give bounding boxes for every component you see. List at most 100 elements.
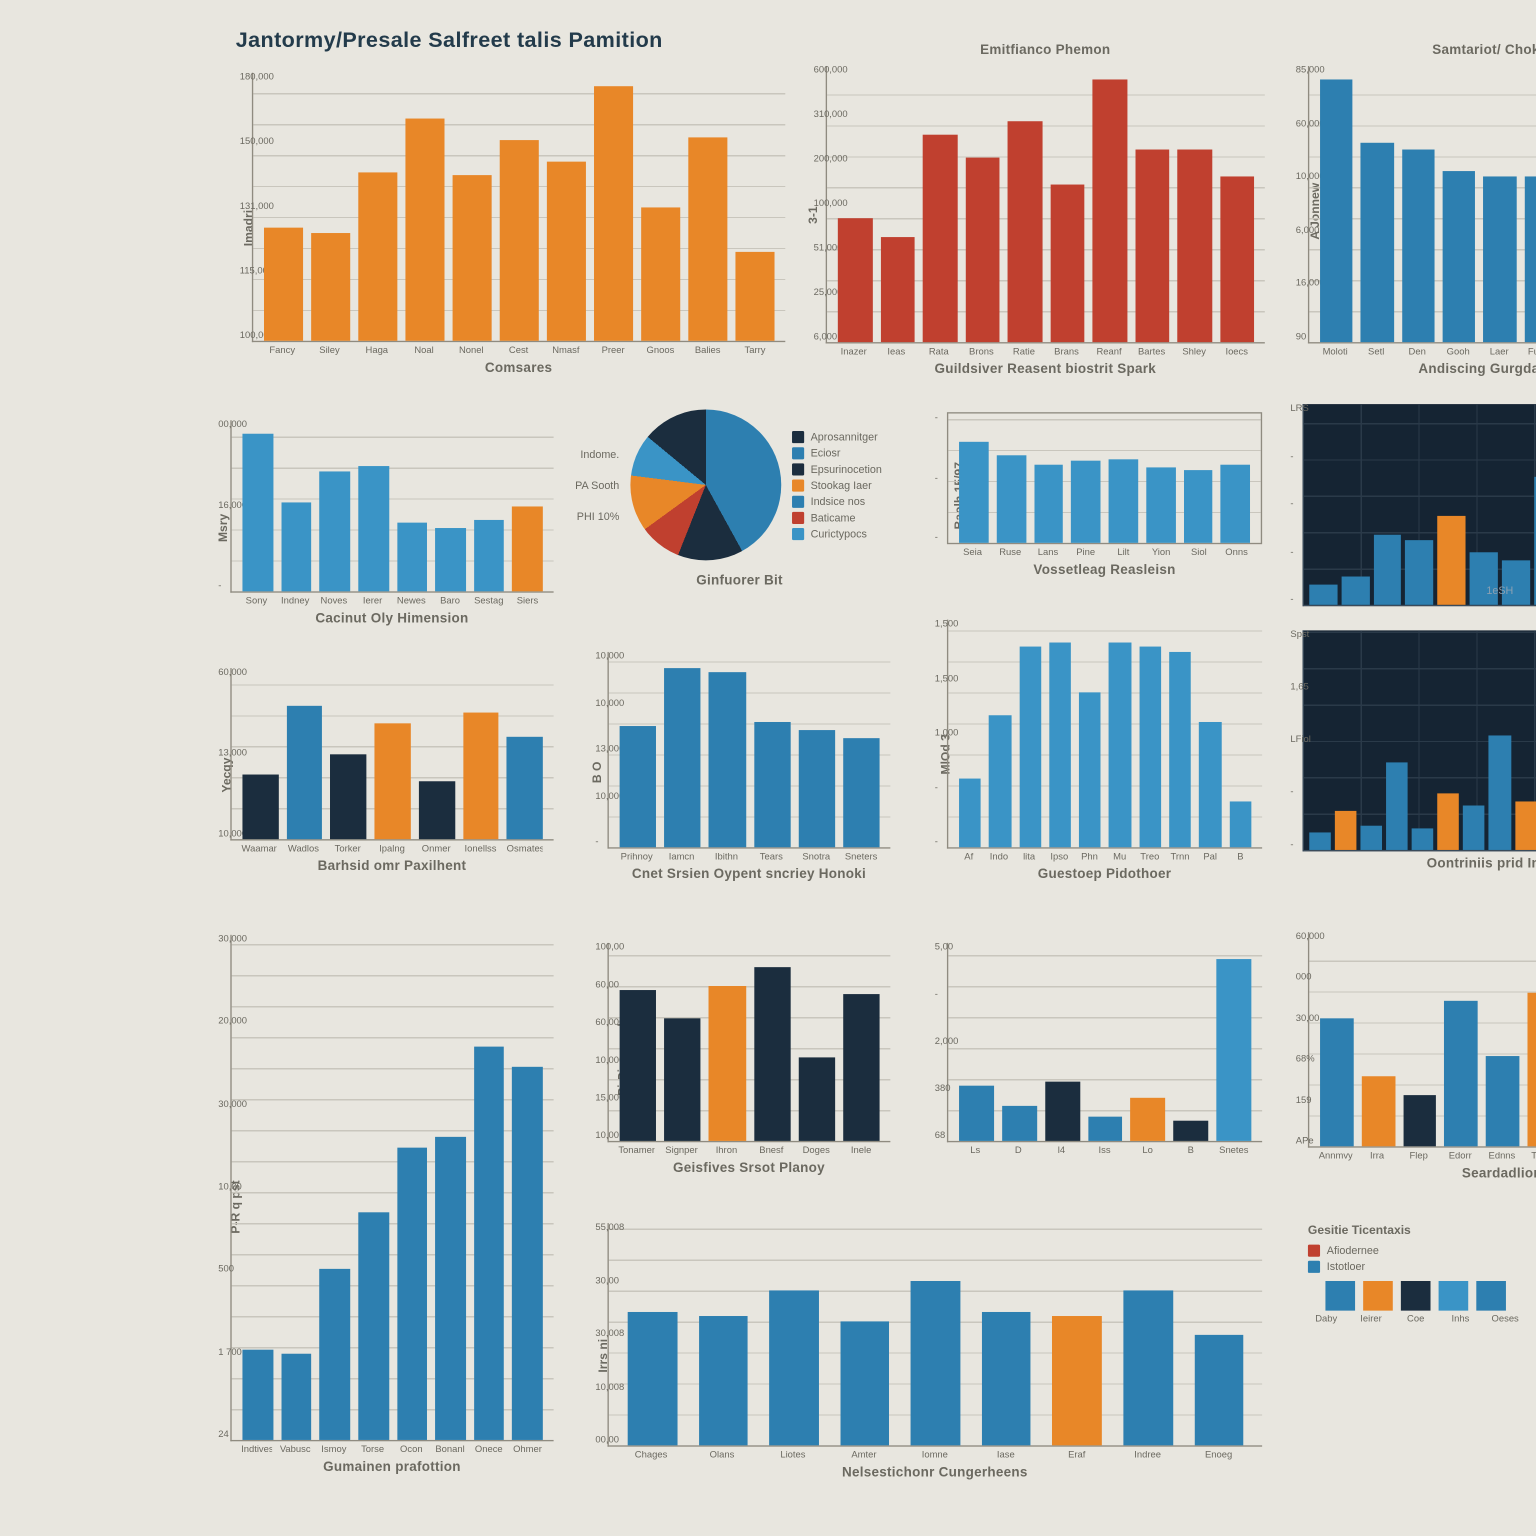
tick: Gooh <box>1442 348 1475 357</box>
bar <box>1463 806 1485 850</box>
bar <box>463 713 499 840</box>
bar <box>242 1349 272 1440</box>
tick: - <box>1290 788 1295 797</box>
chart-c4: Msry -16,00000,000 SonyIndneyNovesIererN… <box>230 420 553 626</box>
legend-label: Stookag Iaer <box>811 479 872 491</box>
yticks: ----LRS <box>1296 404 1301 605</box>
tick: Noal <box>404 346 443 355</box>
bar <box>1524 176 1536 342</box>
plot: 10,00013,00060,000 <box>230 668 553 840</box>
chart-c8: Yecqy 10,00013,00060,000 WaamarWadlosTor… <box>230 668 553 874</box>
tick: Flep <box>1402 1152 1436 1161</box>
legend-item: Istotloer <box>1308 1261 1524 1273</box>
chart-title: Geisfives Srsot Planoy <box>607 1161 890 1176</box>
chart-c12: P-R q pst 241 70050010,0030,00020,00030,… <box>230 935 553 1475</box>
bar <box>769 1290 818 1446</box>
tick: Cest <box>499 346 538 355</box>
chart-c3: Samtariot/ Chokring A Jonnew 9016,0006,0… <box>1308 43 1536 377</box>
tick: 24 <box>218 1430 223 1439</box>
bars <box>827 66 1265 342</box>
bar <box>1053 1316 1102 1445</box>
bars <box>948 620 1262 848</box>
tick: Ihron <box>708 1146 745 1155</box>
legend-label: Eciosr <box>811 447 841 459</box>
tick: Iss <box>1087 1146 1122 1155</box>
bar <box>1483 176 1516 342</box>
xticks: AnnmvyIrraFlepEdorrEdnnsTotalySpinGonple… <box>1308 1148 1536 1161</box>
pie <box>630 409 781 560</box>
bar <box>709 671 746 847</box>
swatch <box>1363 1281 1393 1311</box>
pie-side-labels: Indome. PA Sooth PHI 10% <box>575 448 619 522</box>
tick: Eraf <box>1052 1451 1101 1460</box>
tick: 16,000 <box>1296 279 1301 288</box>
plot: --1,0001,5001,500 <box>947 620 1262 849</box>
tick: 1,500 <box>935 620 940 629</box>
tick: 10,00 <box>595 1131 600 1140</box>
legend-item: Eciosr <box>792 447 882 459</box>
chart-c9: B O -10,00013,00010,00010,000 PrihnoyIam… <box>607 652 890 882</box>
tick: - <box>1290 841 1295 850</box>
tick: 13,000 <box>218 749 223 758</box>
tick: 100,00 <box>595 943 600 952</box>
tick: l4 <box>1044 1146 1079 1155</box>
bar <box>1470 553 1498 605</box>
bar <box>1403 1095 1436 1146</box>
bar <box>959 1085 994 1140</box>
bar <box>798 730 835 847</box>
tick: 200,000 <box>814 155 819 164</box>
chart-c10: MlOd 3 --1,0001,5001,500 AfIndolitaIpsoP… <box>947 620 1262 883</box>
tick: Ls <box>958 1146 993 1155</box>
chart-title: Ginfuorer Bit <box>575 574 904 589</box>
plot: 6,00025,00051,000100,000200,000310,00060… <box>826 66 1265 343</box>
bar <box>996 455 1025 543</box>
tick: Siley <box>310 346 349 355</box>
bar <box>923 135 957 342</box>
tick: Ierer <box>357 597 388 606</box>
tick: 150,000 <box>240 137 245 146</box>
tick: Bonanl <box>435 1445 466 1454</box>
tick: Baro <box>435 597 466 606</box>
tick: 180,000 <box>240 73 245 82</box>
tick: 13,000 <box>595 745 600 754</box>
tick: Haga <box>357 346 396 355</box>
bar <box>1034 465 1063 543</box>
chart-c6: Baolh 15/97 --- SeiaRuseLansPineLiltYion… <box>947 412 1262 578</box>
tick: LFiol <box>1290 735 1295 744</box>
bar <box>453 175 492 341</box>
tick: Nmasf <box>546 346 585 355</box>
tick: - <box>935 533 940 542</box>
bar <box>397 523 427 591</box>
chart-c5: Indome. PA Sooth PHI 10% AprosannitgerEc… <box>575 409 904 588</box>
tick: Doges <box>798 1146 835 1155</box>
bar <box>698 1316 747 1445</box>
tick: Snotra <box>798 853 835 862</box>
tick: 1 700 <box>218 1348 223 1357</box>
tick: Seia <box>958 548 988 557</box>
tick: Snetes <box>1216 1146 1251 1155</box>
bars <box>1309 66 1536 342</box>
tick: Brans <box>1049 348 1083 357</box>
page-title: Jantormy/Presale Salfreet talis Pamition <box>236 30 663 54</box>
bars <box>609 1223 1262 1445</box>
tick: Sneters <box>843 853 880 862</box>
bar <box>735 252 774 340</box>
tick: Indney <box>280 597 311 606</box>
bar <box>1135 149 1169 342</box>
tick: 16,000 <box>218 501 223 510</box>
bar <box>358 466 388 591</box>
tick: Reanf <box>1092 348 1126 357</box>
plot: 241 70050010,0030,00020,00030,000 <box>230 935 553 1441</box>
bar <box>1221 465 1250 543</box>
tick: Torker <box>330 845 366 854</box>
chart-c11: --LFiol1,65Spst Oontriniis prid Insseg <box>1303 630 1536 871</box>
tick: Onns <box>1222 548 1252 557</box>
tick: 1,65 <box>1290 683 1295 692</box>
tick: 90 <box>1296 333 1301 342</box>
bar <box>547 161 586 341</box>
tick: Ratie <box>1007 348 1041 357</box>
tick: Ohmer <box>512 1445 543 1454</box>
bar <box>620 726 657 847</box>
tick: Lilt <box>1109 548 1139 557</box>
bar <box>311 234 350 341</box>
